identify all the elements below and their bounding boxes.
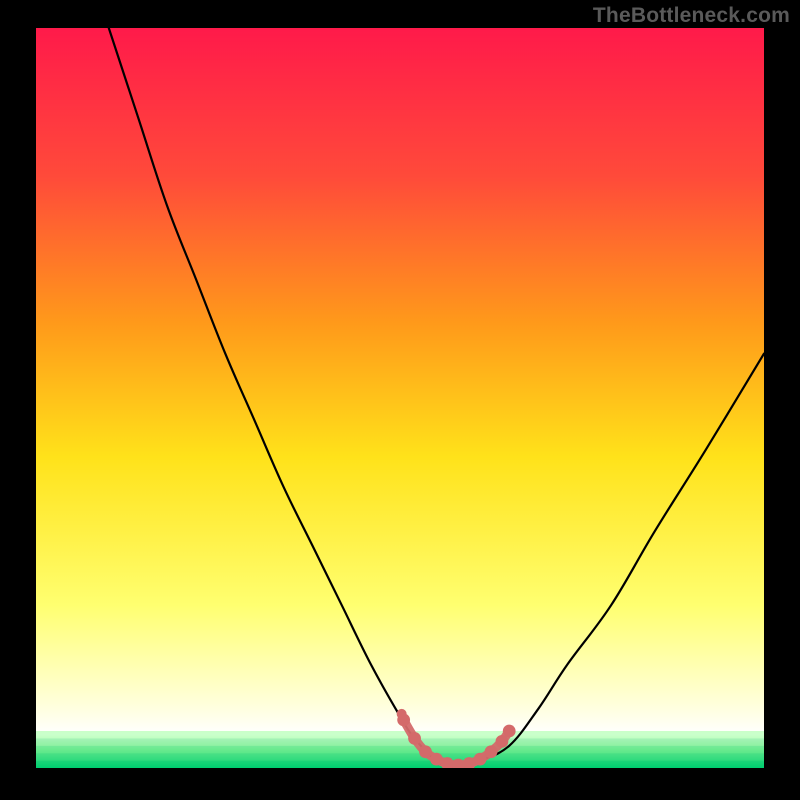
optimal-region-dot <box>397 714 410 727</box>
optimal-region-dot <box>503 725 516 738</box>
watermark-text: TheBottleneck.com <box>593 4 790 28</box>
green-band-stripe <box>36 738 764 745</box>
chart-svg <box>36 28 764 768</box>
green-band-stripe <box>36 731 764 738</box>
green-band-stripe <box>36 753 764 760</box>
plot-area <box>36 28 764 768</box>
chart-frame: TheBottleneck.com <box>0 0 800 800</box>
optimal-region-dot <box>474 753 487 766</box>
optimal-region-dot <box>496 735 509 748</box>
optimal-region-dot <box>408 732 421 745</box>
optimal-region-dot <box>485 745 498 758</box>
green-band-stripe <box>36 761 764 768</box>
green-band-stripe <box>36 746 764 753</box>
optimal-region-dot <box>430 753 443 766</box>
optimal-region-dot <box>419 745 432 758</box>
